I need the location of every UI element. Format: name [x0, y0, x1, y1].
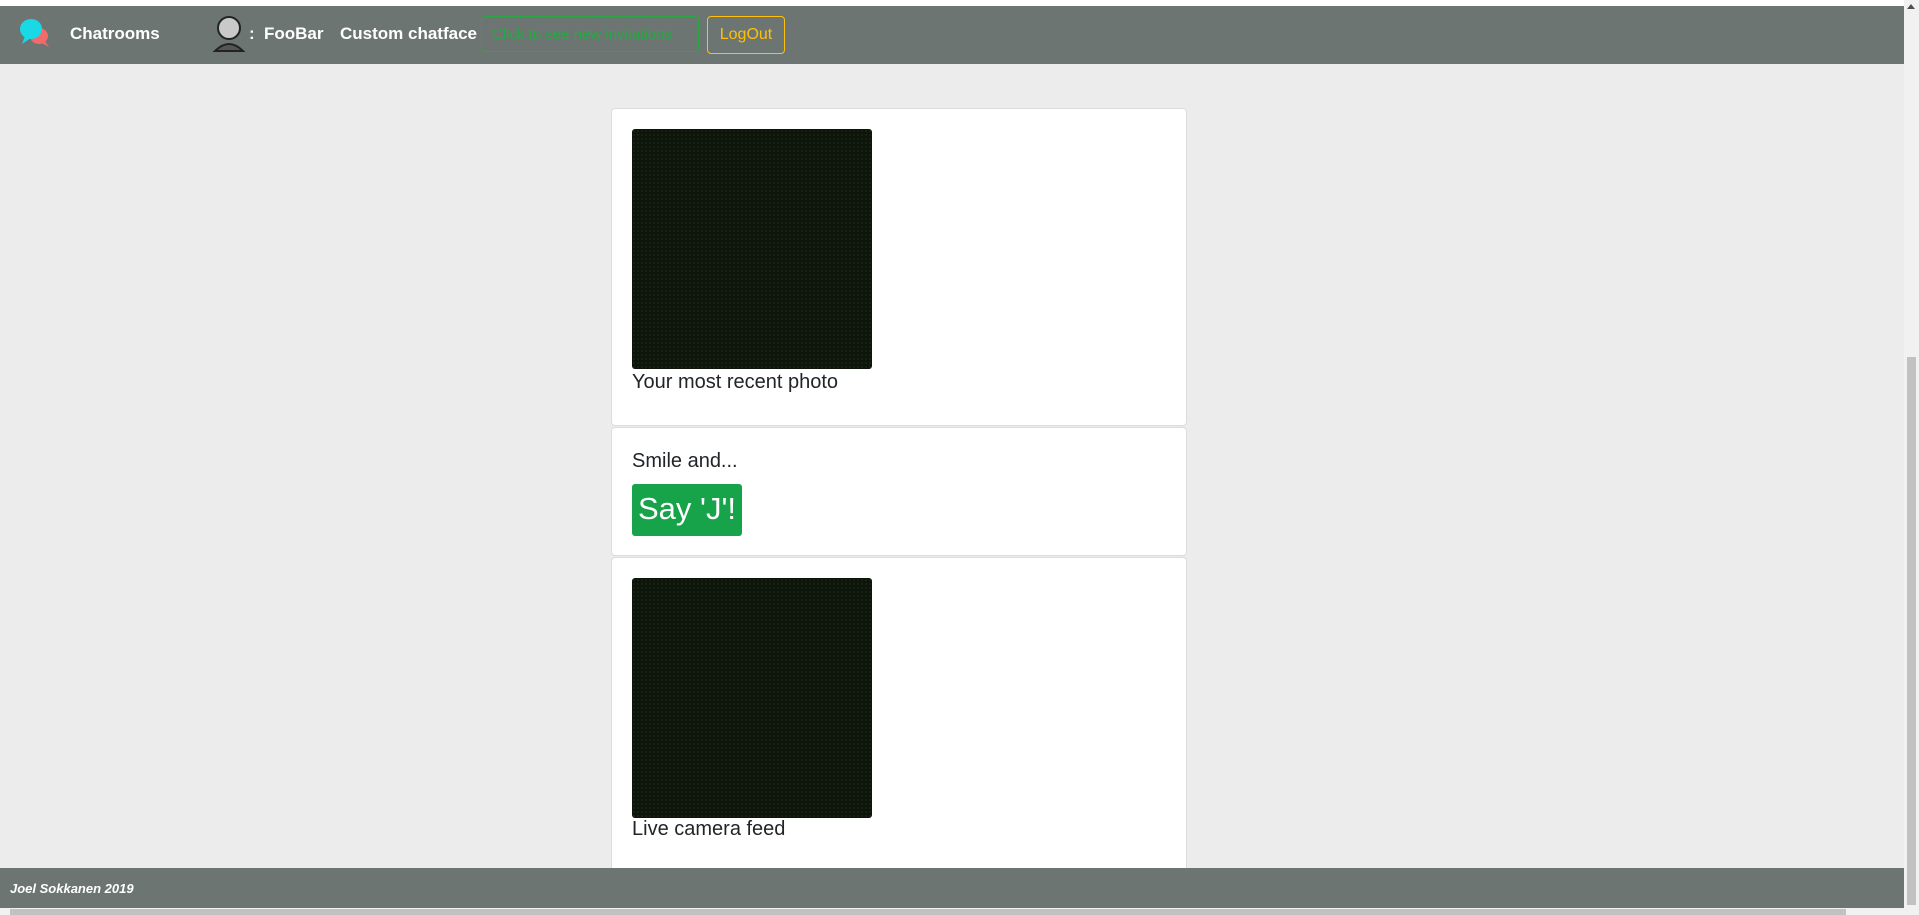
horizontal-scroll-thumb[interactable]: [10, 909, 1846, 915]
user-separator: :: [249, 24, 255, 43]
chat-bubbles-icon[interactable]: [18, 16, 52, 50]
live-feed-card: Live camera feed: [611, 557, 1187, 869]
navbar: Chatrooms : FooBar Custom chatface Click…: [0, 6, 1904, 64]
horizontal-scrollbar[interactable]: [0, 908, 1904, 915]
live-feed-caption: Live camera feed: [632, 818, 786, 840]
scroll-up-icon[interactable]: [1907, 4, 1915, 9]
recent-photo-image: [632, 129, 872, 369]
capture-card: Smile and... Say 'J'!: [611, 427, 1187, 556]
vertical-scroll-thumb[interactable]: [1907, 357, 1916, 905]
live-camera-video: [632, 578, 872, 818]
footer-text: Joel Sokkanen 2019: [10, 881, 134, 896]
logout-button[interactable]: LogOut: [707, 16, 785, 54]
recent-photo-card: Your most recent photo: [611, 108, 1187, 426]
username-link[interactable]: FooBar: [264, 24, 324, 44]
capture-photo-button[interactable]: Say 'J'!: [632, 484, 742, 536]
custom-chatface-link[interactable]: Custom chatface: [340, 24, 477, 44]
vertical-scrollbar[interactable]: [1904, 0, 1919, 915]
user-avatar-icon[interactable]: [212, 15, 246, 53]
invitations-button[interactable]: Click to see new invitations: [481, 16, 699, 52]
footer: Joel Sokkanen 2019: [0, 868, 1904, 908]
smile-text: Smile and...: [632, 450, 738, 472]
brand-link[interactable]: Chatrooms: [70, 24, 160, 44]
recent-photo-caption: Your most recent photo: [632, 371, 839, 393]
